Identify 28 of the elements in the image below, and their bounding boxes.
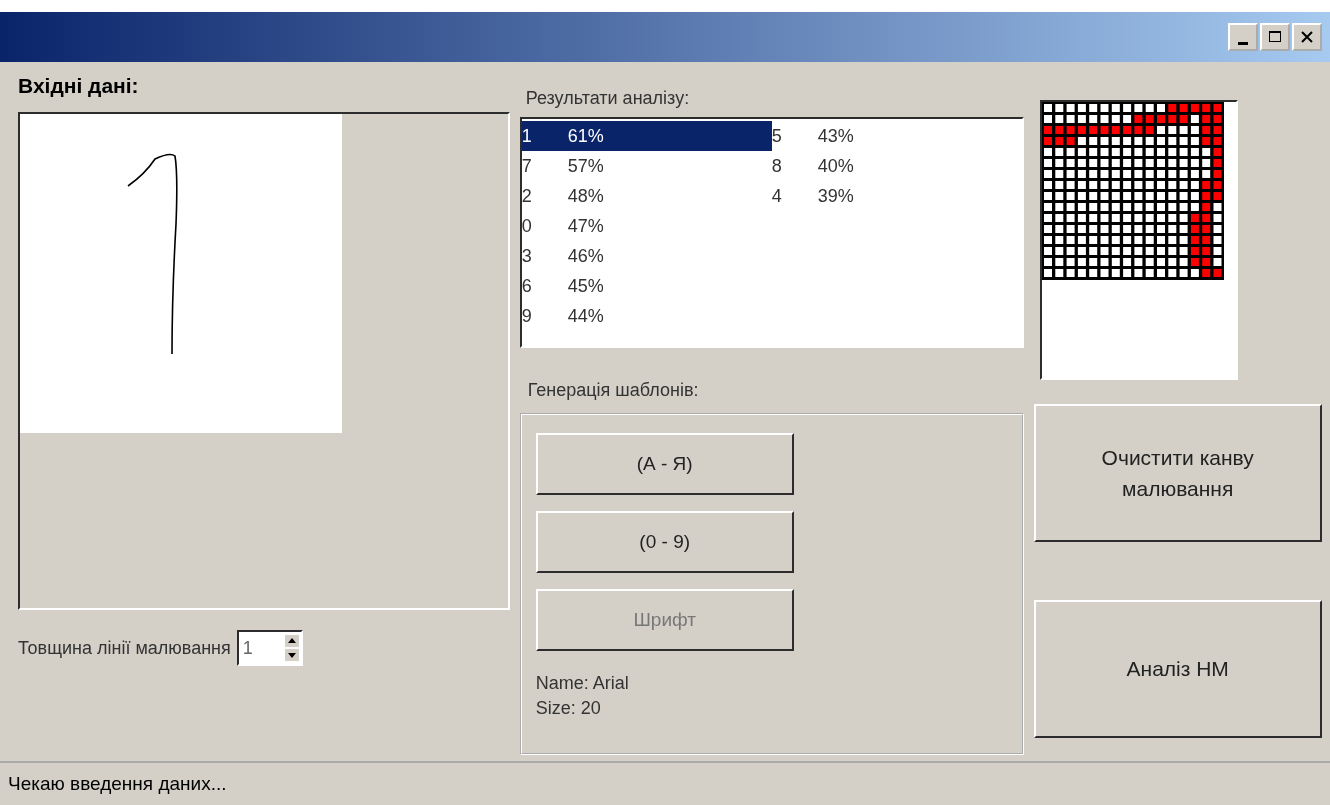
- minimize-button[interactable]: [1228, 23, 1258, 51]
- results-item[interactable]: 3 46%: [521, 241, 772, 271]
- maximize-icon: [1267, 29, 1283, 45]
- input-heading: Вхідні дані:: [18, 74, 140, 98]
- results-item[interactable]: 5 43%: [771, 121, 1022, 151]
- maximize-button[interactable]: [1260, 23, 1290, 51]
- font-name-text: Name: Arial: [535, 673, 630, 694]
- template-button[interactable]: (А - Я): [535, 433, 794, 495]
- minimize-icon: [1238, 41, 1248, 45]
- analyze-button[interactable]: Аналіз НМ: [1033, 600, 1322, 738]
- results-heading: Результати аналізу:: [525, 88, 691, 109]
- line-width-label: Товщина лінії малювання: [18, 637, 231, 659]
- results-item[interactable]: 2 48%: [521, 181, 772, 211]
- results-item[interactable]: 7 57%: [521, 151, 772, 181]
- line-width-spinner[interactable]: 1: [236, 630, 303, 666]
- results-item[interactable]: 0 47%: [521, 211, 772, 241]
- results-item[interactable]: 1 61%: [521, 121, 772, 151]
- clear-canvas-button[interactable]: Очистити канву малювання: [1033, 404, 1322, 542]
- font-size-text: Size: 20: [535, 698, 602, 719]
- results-item[interactable]: 4 39%: [771, 181, 1022, 211]
- results-item[interactable]: 6 45%: [521, 271, 772, 301]
- results-item[interactable]: 8 40%: [771, 151, 1022, 181]
- status-bar: Чекаю введення даних...: [0, 761, 1330, 805]
- templates-heading: Генерація шаблонів:: [527, 380, 700, 401]
- close-icon: [1299, 29, 1315, 45]
- close-button[interactable]: [1292, 23, 1322, 51]
- template-button[interactable]: (0 - 9): [535, 511, 794, 573]
- results-item[interactable]: 9 44%: [521, 301, 772, 331]
